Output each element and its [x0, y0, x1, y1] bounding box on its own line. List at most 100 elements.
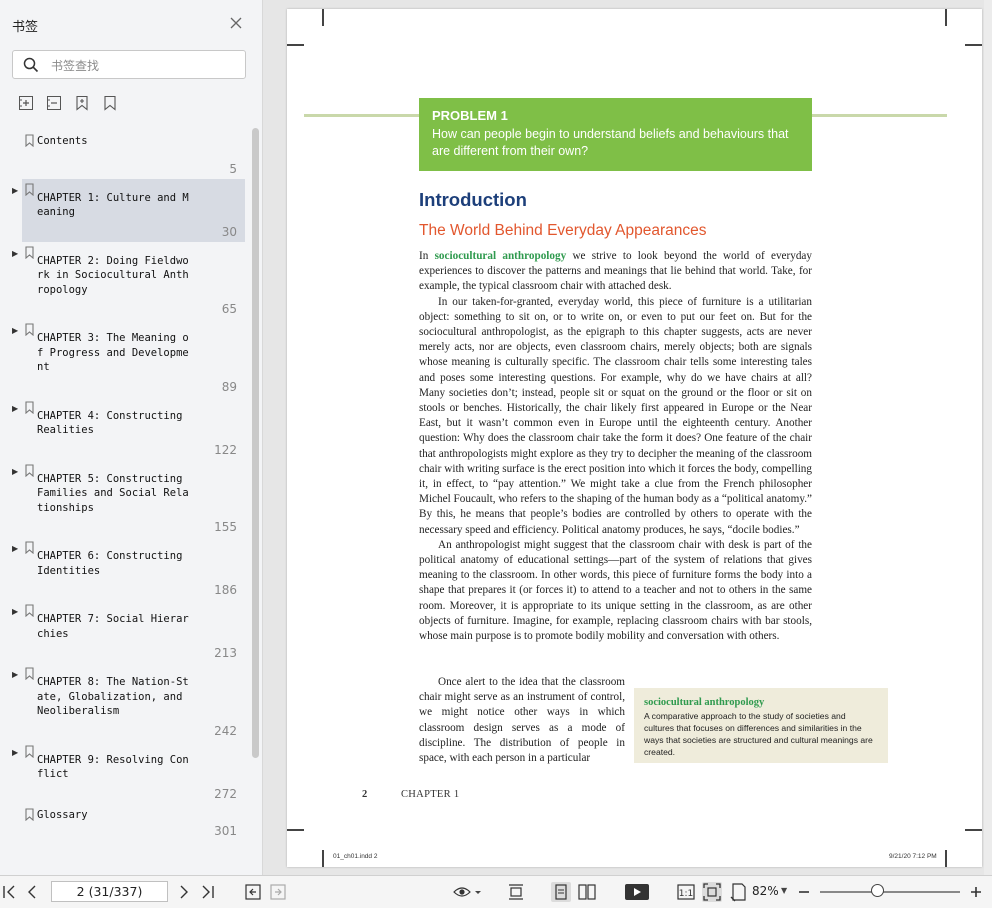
bookmark-label: CHAPTER 3: The Meaning o f Progress and … [37, 332, 189, 373]
panel-title: 书签 [12, 20, 39, 35]
crop-mark [945, 850, 947, 867]
problem-text: How can people begin to understand belie… [432, 127, 789, 158]
footer-chapter: CHAPTER 1 [401, 789, 460, 800]
bookmark-flag-icon [25, 182, 34, 196]
single-page-view-icon[interactable] [506, 882, 526, 902]
paragraph: Once alert to the idea that the classroo… [419, 676, 625, 765]
bookmark-page-number: 213 [214, 646, 237, 660]
page-number: 2 [362, 789, 368, 800]
close-icon[interactable] [228, 15, 244, 31]
bookmark-flag-icon [25, 807, 34, 821]
paragraph: In our taken-for-granted, everyday world… [419, 295, 812, 536]
last-page-button[interactable] [197, 882, 217, 902]
bookmark-label: CHAPTER 8: The Nation-St ate, Globalizat… [37, 676, 189, 717]
print-slug-file: 01_ch01.indd 2 [333, 853, 378, 860]
collapse-all-icon[interactable] [46, 95, 62, 111]
bookmark-label: CHAPTER 7: Social Hierar chies [37, 613, 189, 640]
bookmark-flag-icon [25, 323, 34, 336]
page-number-input[interactable] [51, 881, 168, 902]
bookmark-search-input[interactable] [49, 55, 243, 76]
zoom-dropdown-icon[interactable]: ▼ [781, 886, 787, 895]
bookmark-page-number: 301 [214, 823, 237, 838]
problem-title: PROBLEM 1 [432, 108, 508, 123]
status-bar: 1:1 82% ▼ [0, 875, 992, 908]
add-bookmark-icon[interactable] [74, 95, 90, 111]
expand-arrow-icon[interactable]: ▶ [12, 326, 18, 335]
bookmark-item[interactable]: ▶ CHAPTER 5: Constructing Families and So… [12, 460, 245, 538]
first-page-button[interactable] [0, 882, 20, 902]
zoom-in-icon[interactable] [966, 882, 986, 902]
section-subheading: The World Behind Everyday Appearances [419, 222, 707, 239]
actual-size-icon[interactable]: 1:1 [676, 882, 696, 902]
go-forward-icon[interactable] [268, 882, 288, 902]
problem-box: PROBLEM 1 How can people begin to unders… [419, 98, 812, 171]
play-slideshow-icon[interactable] [624, 882, 650, 902]
bookmark-flag-icon [25, 744, 34, 758]
expand-arrow-icon[interactable]: ▶ [12, 670, 18, 679]
bookmark-item[interactable]: ▶ CHAPTER 3: The Meaning o f Progress and… [12, 319, 245, 397]
crop-mark [965, 44, 982, 46]
document-page: PROBLEM 1 How can people begin to unders… [287, 9, 982, 867]
key-term: sociocultural anthropology [434, 250, 567, 262]
bookmark-item[interactable]: ▶ CHAPTER 1: Culture and M eaning 30 [12, 178, 245, 242]
two-page-view-icon[interactable] [577, 882, 597, 902]
body-text: In sociocultural anthropology we strive … [419, 249, 812, 644]
bookmark-item[interactable]: ▶ CHAPTER 4: Constructing Realities 122 [12, 397, 245, 460]
continuous-view-icon[interactable] [551, 882, 571, 902]
bookmark-icon[interactable] [102, 95, 118, 111]
bookmark-page-number: 5 [229, 161, 237, 176]
bookmark-flag-icon [25, 604, 34, 617]
bookmark-label: CHAPTER 9: Resolving Con flict [37, 753, 189, 781]
go-back-icon[interactable] [243, 882, 263, 902]
bookmark-label: CHAPTER 5: Constructing Families and Soc… [37, 472, 189, 514]
zoom-slider-track[interactable] [820, 891, 960, 893]
bookmark-flag-icon [25, 463, 34, 477]
svg-text:1:1: 1:1 [679, 889, 693, 899]
zoom-slider-handle[interactable] [871, 884, 884, 897]
bookmark-label: CHAPTER 4: Constructing Realities [37, 409, 183, 437]
bookmark-item[interactable]: Contents 5 [22, 130, 245, 179]
expand-arrow-icon[interactable]: ▶ [12, 607, 18, 616]
sidebar-scrollbar[interactable] [252, 128, 259, 758]
expand-arrow-icon[interactable]: ▶ [12, 249, 18, 258]
next-page-button[interactable] [174, 882, 194, 902]
bookmark-page-number: 122 [214, 442, 237, 457]
document-scrollbar[interactable] [984, 0, 992, 875]
crop-mark [322, 9, 324, 26]
expand-arrow-icon[interactable]: ▶ [12, 467, 18, 476]
fit-width-icon[interactable] [729, 882, 749, 902]
bookmark-page-number: 242 [214, 723, 237, 738]
bookmark-flag-icon [25, 245, 34, 259]
bookmark-item[interactable]: ▶ CHAPTER 8: The Nation-St ate, Globaliza… [12, 663, 245, 741]
bookmark-page-number: 30 [221, 224, 237, 239]
print-slug-date: 9/21/20 7:12 PM [889, 853, 937, 860]
section-heading: Introduction [419, 189, 527, 210]
bookmark-label: CHAPTER 6: Constructing Identities [37, 550, 183, 577]
expand-arrow-icon[interactable]: ▶ [12, 186, 18, 195]
zoom-level[interactable]: 82% [752, 884, 779, 898]
expand-all-icon[interactable] [18, 95, 34, 111]
previous-page-button[interactable] [22, 882, 42, 902]
bookmark-page-number: 155 [214, 520, 237, 534]
expand-arrow-icon[interactable]: ▶ [12, 404, 18, 413]
bookmark-flag-icon [25, 541, 34, 554]
crop-mark [945, 9, 947, 26]
bookmark-label: CHAPTER 1: Culture and M eaning [37, 191, 189, 219]
bookmark-flag-icon [25, 134, 34, 147]
bookmark-item[interactable]: ▶ CHAPTER 6: Constructing Identities 186 [12, 537, 245, 600]
zoom-out-icon[interactable] [794, 882, 814, 902]
bookmark-item[interactable]: ▶ CHAPTER 9: Resolving Con flict 272 [12, 741, 245, 804]
paragraph: An anthropologist might suggest that the… [419, 538, 812, 643]
crop-mark [322, 850, 324, 867]
bookmark-item[interactable]: Glossary 301 [22, 804, 245, 853]
bookmark-item[interactable]: ▶ CHAPTER 2: Doing Fieldwo rk in Sociocul… [12, 242, 245, 320]
crop-mark [965, 829, 982, 831]
expand-arrow-icon[interactable]: ▶ [12, 748, 18, 757]
fit-page-icon[interactable] [702, 882, 722, 902]
bookmark-page-number: 272 [214, 786, 237, 801]
expand-arrow-icon[interactable]: ▶ [12, 544, 18, 553]
definition-term: sociocultural anthropology [644, 697, 765, 708]
bookmark-item[interactable]: ▶ CHAPTER 7: Social Hierar chies 213 [12, 600, 245, 663]
bookmark-page-number: 89 [221, 379, 237, 394]
eye-view-icon[interactable] [452, 882, 482, 902]
